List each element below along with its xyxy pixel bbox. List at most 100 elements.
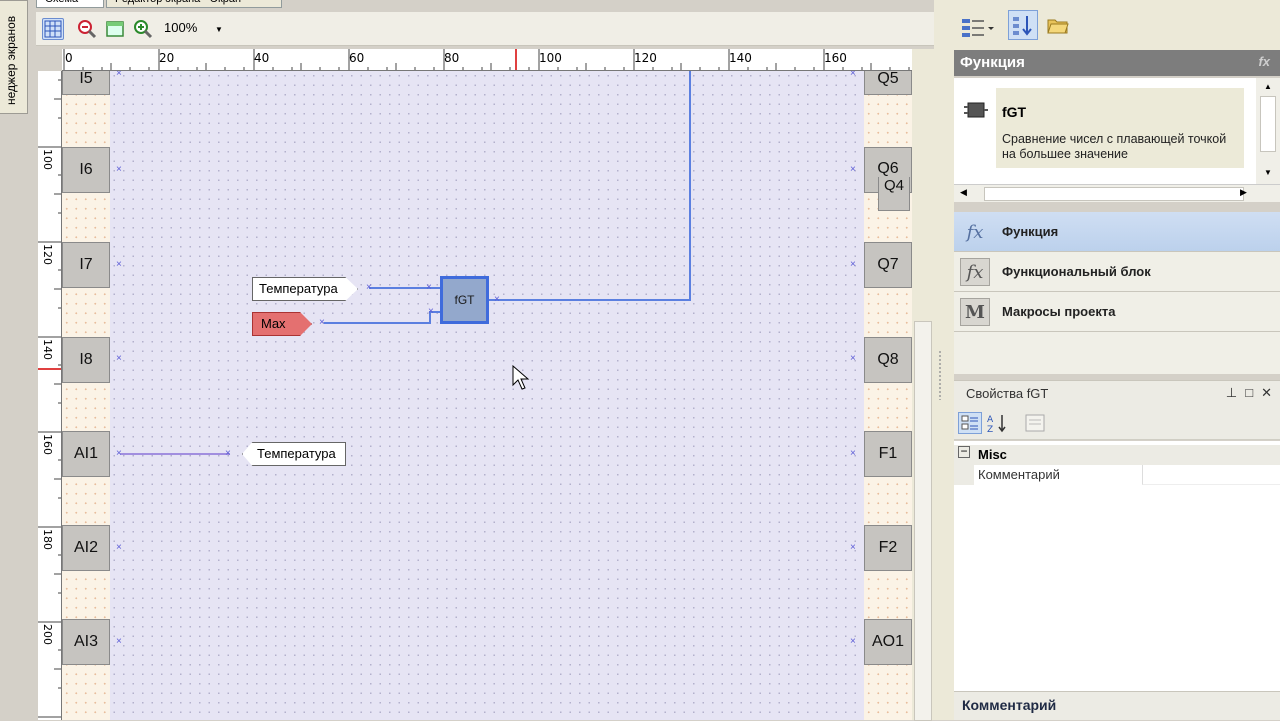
zoom-out-button[interactable] <box>76 18 98 40</box>
function-block-fgt[interactable]: fGT <box>440 276 489 324</box>
fit-page-button[interactable] <box>104 18 126 40</box>
pin-marker: × <box>319 317 325 328</box>
ruler-h-label: 40 <box>254 51 270 65</box>
function-block-icon <box>964 102 988 118</box>
output-ao1[interactable]: AO1 <box>864 619 912 665</box>
nav-item-function[interactable]: fx Функция <box>954 212 1280 252</box>
svg-text:Z: Z <box>987 425 993 434</box>
pin-marker: × <box>116 636 122 647</box>
pin-marker: × <box>494 294 500 305</box>
zoom-dropdown-button[interactable]: ▼ <box>208 18 230 40</box>
input-i7[interactable]: I7 <box>62 242 110 288</box>
sort-button[interactable] <box>1008 10 1038 40</box>
vertical-ruler: 100 120 140 160 180 200 <box>38 71 62 720</box>
variable-tag-temperature[interactable]: Температура <box>252 277 358 301</box>
mouse-cursor-icon <box>512 365 530 390</box>
categorized-view-button[interactable] <box>958 412 982 434</box>
wire-fgt-output <box>489 71 691 301</box>
alphabetical-view-button[interactable]: A Z <box>986 412 1010 435</box>
output-q5[interactable]: Q5 <box>864 71 912 95</box>
fx-icon: fx <box>1258 54 1270 69</box>
scrollbar-thumb[interactable] <box>984 187 1244 201</box>
nav-item-project-macros[interactable]: M Макросы проекта <box>954 292 1280 332</box>
wire-max-to-fgt <box>324 311 440 324</box>
pin-marker: × <box>366 282 372 293</box>
pin-icon[interactable]: ⊥ <box>1226 385 1237 401</box>
ruler-h-label: 20 <box>159 51 175 65</box>
category-row-misc[interactable]: − Misc <box>954 445 1280 465</box>
view-mode-button[interactable] <box>960 14 996 40</box>
editor-toolbar: 100% ▼ <box>36 12 934 46</box>
svg-text:A: A <box>987 415 994 425</box>
ruler-v-label: 160 <box>41 434 54 455</box>
properties-panel-title: Свойства fGT <box>966 386 1049 401</box>
pin-marker: × <box>116 71 122 79</box>
panel-splitter[interactable] <box>934 0 954 720</box>
input-ai3[interactable]: AI3 <box>62 619 110 665</box>
scheme-canvas[interactable]: I5 I6 I7 I8 AI1 AI2 AI3 Q5 Q6 Q4 Q7 Q8 F… <box>62 71 912 720</box>
fx-icon: fx <box>966 221 984 243</box>
ruler-h-label: 60 <box>349 51 365 65</box>
row-gutter <box>954 465 974 485</box>
maximize-icon[interactable]: □ <box>1245 385 1253 401</box>
property-value-field[interactable] <box>1142 465 1280 485</box>
splitter-grip[interactable] <box>938 350 942 400</box>
nav-empty-area <box>954 332 1280 374</box>
function-info-horizontal-scrollbar[interactable]: ◀ ▶ <box>954 184 1280 202</box>
canvas-vertical-scrollbar[interactable] <box>912 49 934 721</box>
library-toolbar <box>954 0 1280 50</box>
properties-panel-titlebar: Свойства fGT ⊥ □ ✕ <box>954 380 1280 406</box>
input-i6[interactable]: I6 <box>62 147 110 193</box>
scroll-left-icon[interactable]: ◀ <box>960 187 967 198</box>
ruler-h-label: 120 <box>634 51 657 65</box>
scroll-down-icon[interactable]: ▼ <box>1264 168 1272 177</box>
scroll-right-icon[interactable]: ▶ <box>1240 187 1247 198</box>
output-q7[interactable]: Q7 <box>864 242 912 288</box>
screen-manager-tab-label: неджер экранов <box>4 15 18 105</box>
variable-tag-temperature-output[interactable]: Температура <box>242 442 346 466</box>
collapse-icon[interactable]: − <box>958 445 970 458</box>
output-f1[interactable]: F1 <box>864 431 912 477</box>
pin-marker: × <box>116 164 122 175</box>
input-ai2[interactable]: AI2 <box>62 525 110 571</box>
property-pages-button[interactable] <box>1024 413 1046 433</box>
zoom-in-button[interactable] <box>132 18 154 40</box>
nav-item-function-block[interactable]: fx Функциональный блок <box>954 252 1280 292</box>
ruler-h-label: 140 <box>729 51 752 65</box>
grid-icon <box>44 20 62 38</box>
fx-icon: fx <box>960 258 990 286</box>
output-q8[interactable]: Q8 <box>864 337 912 383</box>
scrollbar-thumb[interactable] <box>1260 96 1276 152</box>
open-folder-button[interactable] <box>1046 14 1072 40</box>
property-pages-icon <box>1025 414 1045 432</box>
screen-manager-side-tab[interactable]: неджер экранов <box>0 0 28 114</box>
property-name: Комментарий <box>978 467 1060 482</box>
pin-marker: × <box>850 542 856 553</box>
pin-marker: × <box>426 282 432 293</box>
tab-scheme[interactable]: Схема <box>36 0 104 8</box>
categorized-icon <box>961 415 978 430</box>
grid-toggle-button[interactable] <box>42 18 64 40</box>
tab-screen-editor[interactable]: Редактор экрана - Экран <box>106 0 282 8</box>
close-icon[interactable]: ✕ <box>1261 385 1272 401</box>
pin-marker: × <box>116 542 122 553</box>
scrollbar-thumb[interactable] <box>914 321 932 721</box>
ruler-v-label: 180 <box>41 529 54 550</box>
pin-marker: × <box>428 306 434 317</box>
property-grid: − Misc Комментарий <box>954 441 1280 691</box>
input-i8[interactable]: I8 <box>62 337 110 383</box>
scroll-up-icon[interactable]: ▲ <box>1264 82 1272 91</box>
sort-down-icon <box>1013 16 1032 36</box>
list-view-icon <box>962 19 994 37</box>
nav-item-label: Макросы проекта <box>1002 304 1116 319</box>
property-row-comment[interactable]: Комментарий <box>954 465 1280 485</box>
output-f2[interactable]: F2 <box>864 525 912 571</box>
input-ai1[interactable]: AI1 <box>62 431 110 477</box>
pin-marker: × <box>850 353 856 364</box>
function-card[interactable]: fGT Сравнение чисел с плавающей точкой н… <box>954 88 1244 168</box>
ruler-v-label: 120 <box>41 244 54 265</box>
constant-tag-max[interactable]: Max <box>252 312 312 336</box>
function-info-vertical-scrollbar[interactable]: ▲ ▼ <box>1256 78 1280 184</box>
input-i5[interactable]: I5 <box>62 71 110 95</box>
output-q4[interactable]: Q4 <box>878 177 910 211</box>
